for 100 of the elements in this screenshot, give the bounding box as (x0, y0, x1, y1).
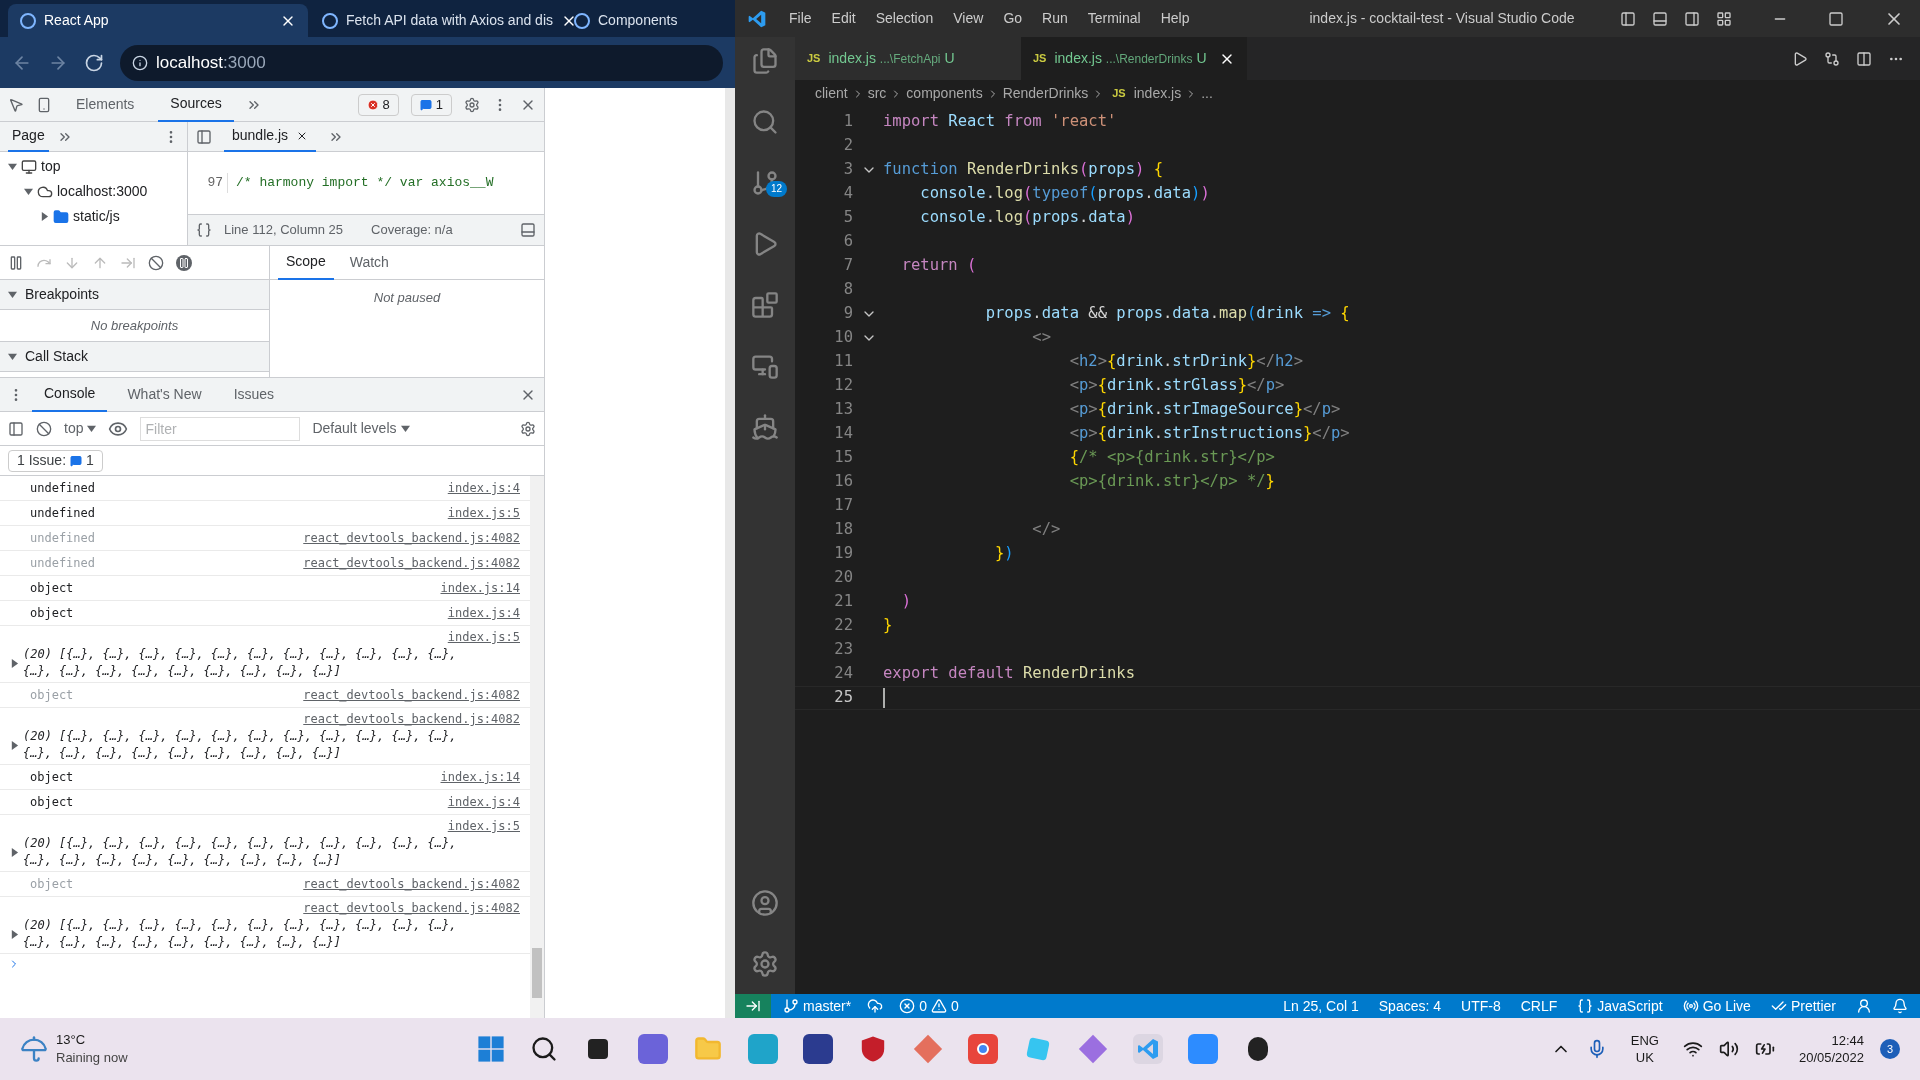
levels-dropdown[interactable]: Default levels (312, 418, 410, 439)
extensions-icon[interactable] (751, 291, 779, 319)
console-message[interactable]: (20) [{…}, {…}, {…}, {…}, {…}, {…}, {…}, {…}, {…}, {…}, {…}, {…}, {…}, {…}, {…}, {…}, {…}, {…}, {…}, {…}] (23, 835, 463, 869)
tree-item[interactable]: top (41, 156, 61, 177)
drawer-tab[interactable]: Issues (221, 377, 287, 412)
pause-icon[interactable] (8, 254, 24, 271)
menu-item[interactable]: Go (993, 8, 1033, 29)
ship-icon[interactable] (751, 413, 779, 441)
console-message[interactable]: (20) [{…}, {…}, {…}, {…}, {…}, {…}, {…}, {…}, {…}, {…}, {…}, {…}, {…}, {…}, {…}, {…}, {…}, {…}, {…}, {…}] (23, 646, 463, 680)
video-chat-icon[interactable] (638, 1034, 669, 1064)
inspect-icon[interactable] (8, 96, 24, 113)
clear-console-icon[interactable] (36, 420, 52, 437)
menu-item[interactable]: Selection (865, 8, 944, 29)
expand-arrow-icon[interactable] (8, 162, 17, 171)
run-icon[interactable] (1792, 50, 1808, 67)
breadcrumb-item[interactable]: components (906, 83, 983, 104)
source-link[interactable]: react_devtools_backend.js:4082 (303, 686, 520, 704)
expand-arrow-icon[interactable] (10, 658, 19, 668)
scrollbar[interactable] (530, 476, 544, 1018)
deactivate-breakpoints-icon[interactable] (148, 254, 164, 271)
warning-count[interactable]: 0 (951, 995, 959, 1017)
source-link[interactable]: index.js:4 (447, 479, 520, 497)
source-link[interactable]: react_devtools_backend.js:4082 (303, 554, 520, 572)
drawer-icon[interactable] (520, 222, 536, 238)
feedback-icon[interactable] (1856, 998, 1872, 1014)
source-link[interactable]: index.js:5 (447, 817, 520, 835)
expand-arrow-icon[interactable] (24, 187, 33, 196)
menu-item[interactable]: Terminal (1077, 8, 1151, 29)
pretty-print-icon[interactable] (196, 222, 212, 238)
settings-icon[interactable] (751, 950, 779, 978)
editor-tab[interactable]: JS index.js ...\RenderDrinks U (1021, 37, 1247, 80)
expand-arrow-icon[interactable] (10, 929, 19, 939)
breadcrumb-item[interactable]: index.js (1133, 83, 1182, 104)
menu-item[interactable]: Help (1150, 8, 1200, 29)
indentation[interactable]: Spaces: 4 (1378, 995, 1442, 1017)
clock[interactable]: 12:44 20/05/2022 (1798, 1032, 1864, 1066)
source-link[interactable]: index.js:4 (447, 793, 520, 811)
source-link[interactable]: index.js:5 (447, 504, 520, 522)
menu-item[interactable]: Run (1032, 8, 1078, 29)
settings-icon[interactable] (464, 96, 480, 113)
sidebar-tab[interactable]: Watch (341, 245, 397, 280)
menu-item[interactable]: Edit (821, 8, 866, 29)
expand-arrow-icon[interactable] (8, 290, 17, 299)
notification-badge[interactable]: 3 (1880, 1039, 1900, 1059)
windows-logo-icon[interactable] (477, 1035, 506, 1063)
error-count[interactable]: 0 (919, 995, 928, 1017)
sidebar-toggle-icon[interactable] (8, 420, 24, 437)
browser-tab[interactable]: React App (8, 4, 308, 37)
breadcrumb-item[interactable]: RenderDrinks (1002, 83, 1089, 104)
umbrella-icon[interactable] (20, 1035, 48, 1063)
dropdown-arrow-icon[interactable] (87, 424, 97, 433)
toggle-sidebar-icon[interactable] (1620, 10, 1636, 27)
device-toolbar-icon[interactable] (36, 96, 52, 113)
sidebar-tab[interactable]: Scope (278, 245, 334, 280)
source-link[interactable]: react_devtools_backend.js:4082 (303, 710, 520, 728)
toggle-navigator-icon[interactable] (196, 128, 212, 145)
explorer-icon[interactable] (751, 47, 779, 75)
message-counter[interactable]: 1 (410, 93, 452, 116)
expand-arrow-icon[interactable] (40, 212, 49, 221)
tree-item[interactable]: static/js (73, 206, 120, 227)
compare-changes-icon[interactable] (1824, 50, 1840, 67)
store-icon[interactable] (803, 1034, 834, 1064)
browser-icon[interactable] (968, 1034, 999, 1064)
line-ending[interactable]: CRLF (1520, 995, 1558, 1017)
wifi-icon[interactable] (1682, 1039, 1703, 1059)
language-indicator[interactable]: ENG UK (1630, 1032, 1659, 1066)
pause-on-exceptions-icon[interactable] (176, 254, 192, 271)
expand-arrow-icon[interactable] (10, 847, 19, 857)
remote-indicator[interactable] (735, 994, 771, 1018)
search-icon[interactable] (530, 1035, 559, 1063)
section-header[interactable]: Breakpoints (25, 284, 99, 305)
maximize-icon[interactable] (1828, 10, 1844, 27)
console-message[interactable]: (20) [{…}, {…}, {…}, {…}, {…}, {…}, {…}, {…}, {…}, {…}, {…}, {…}, {…}, {…}, {…}, {…}, {…}, {…}, {…}, {…}] (23, 917, 463, 951)
devtools-tab[interactable]: Elements (64, 87, 147, 122)
toggle-panel-icon[interactable] (1652, 10, 1668, 27)
source-link[interactable]: index.js:14 (440, 768, 520, 786)
editor-tab[interactable]: JS index.js ...\FetchApi U (795, 37, 1021, 80)
dropdown-arrow-icon[interactable] (400, 424, 410, 433)
breadcrumb-item[interactable]: src (867, 83, 887, 104)
weather-condition[interactable]: Raining now (56, 1049, 128, 1067)
language-label[interactable]: JavaScript (1597, 995, 1663, 1017)
prettier-label[interactable]: Prettier (1790, 995, 1836, 1017)
filter-field[interactable]: Filter (140, 416, 301, 441)
browser-tab[interactable]: Components (562, 4, 735, 37)
branch-name[interactable]: master* (803, 995, 852, 1017)
menu-item[interactable]: File (779, 8, 822, 29)
source-link[interactable]: index.js:4 (447, 604, 520, 622)
encoding[interactable]: UTF-8 (1461, 995, 1501, 1017)
drawer-tab[interactable]: What's New (115, 377, 214, 412)
console-message[interactable]: (20) [{…}, {…}, {…}, {…}, {…}, {…}, {…}, {…}, {…}, {…}, {…}, {…}, {…}, {…}, {…}, {…}, {…}, {…}, {…}, {…}] (23, 728, 463, 762)
source-link[interactable]: react_devtools_backend.js:4082 (303, 529, 520, 547)
context-dropdown[interactable]: top (64, 418, 97, 439)
address-bar[interactable]: localhost:3000 (120, 44, 723, 81)
source-link[interactable]: index.js:14 (440, 579, 520, 597)
toggle-secondary-sidebar-icon[interactable] (1684, 10, 1700, 27)
issues-button[interactable]: 1 Issue: 1 (8, 449, 103, 472)
menu-item[interactable]: View (943, 8, 994, 29)
expand-arrow-icon[interactable] (10, 740, 19, 750)
split-editor-icon[interactable] (1856, 50, 1872, 67)
browser-tab[interactable]: Fetch API data with Axios and dis (310, 4, 560, 37)
